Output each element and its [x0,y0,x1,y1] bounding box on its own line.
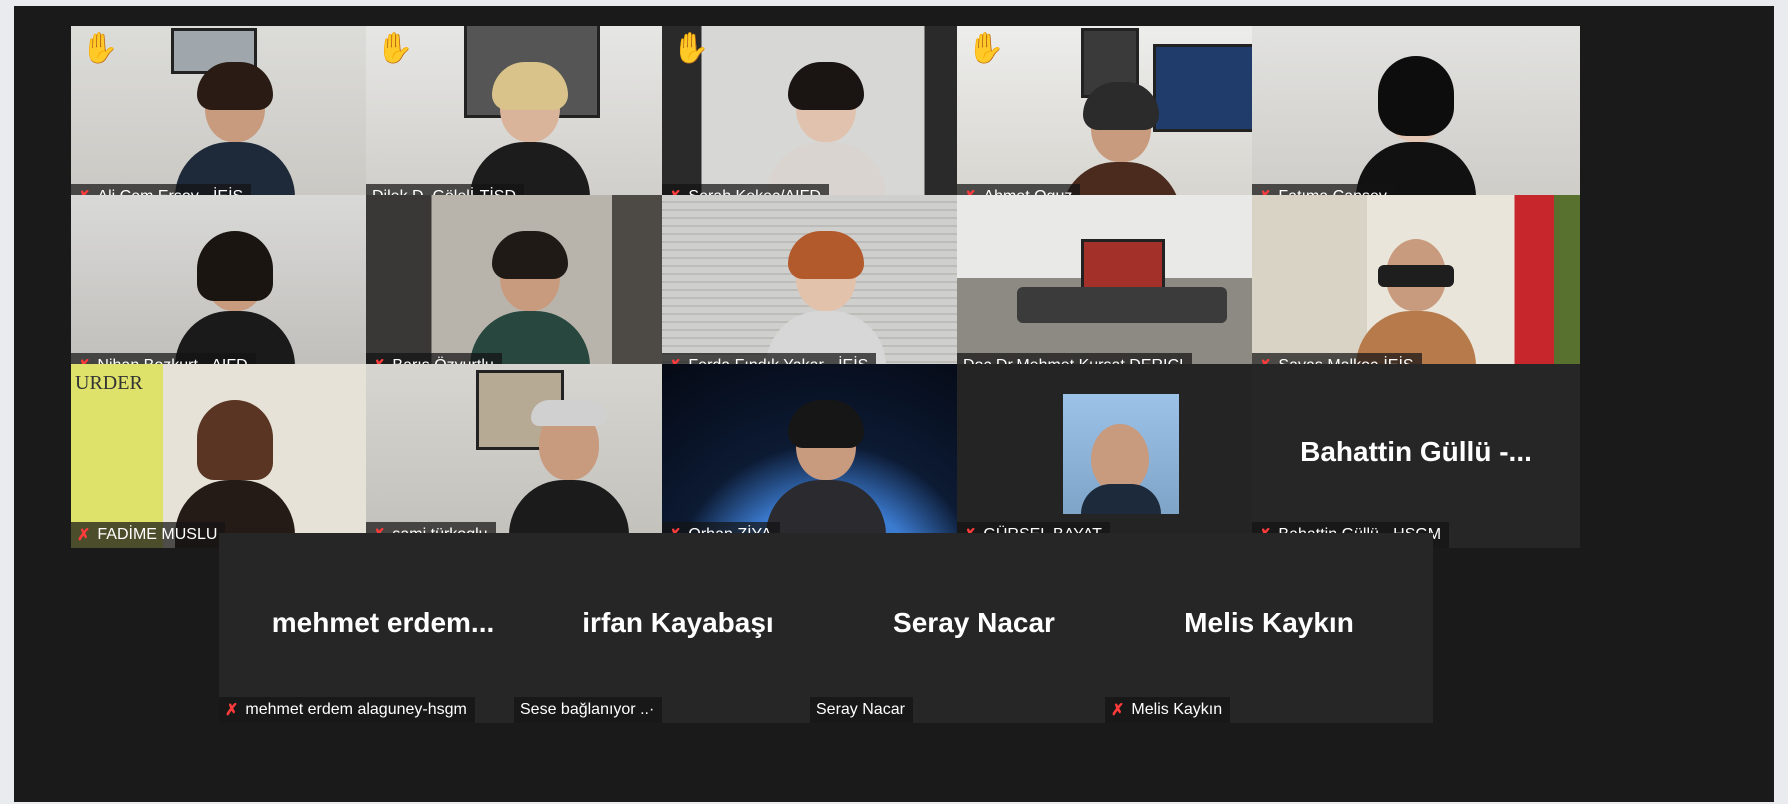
video-tile[interactable]: ✋ ✗Ahmet Oguz [957,26,1285,210]
video-tile[interactable]: ✗Nihan Bozkurt - AIFD [71,195,399,379]
video-tile[interactable]: ✗Ferda Fındık Yakar - İEİS [662,195,990,379]
participant-name-tag: Sese bağlanıyor ..· [514,697,663,723]
background-sign-text: URDER [75,372,143,394]
video-tile[interactable]: ✗Barış Özyurtlu [366,195,694,379]
video-tile[interactable]: mehmet erdem... ✗ mehmet erdem alaguney-h… [219,533,547,723]
active-speaker-tile[interactable]: Doc.Dr.Mehmet Kursat DERICI [957,195,1285,379]
raised-hand-icon: ✋ [81,32,119,65]
raised-hand-icon: ✋ [376,32,414,65]
participant-display-name: Melis Kaykın [1184,607,1354,638]
video-tile[interactable]: ✗Savaş Malkoç-İEİS [1252,195,1580,379]
participant-name: mehmet erdem alaguney-hsgm [245,701,467,718]
video-tile[interactable]: ✋ Dilek D. Gölelİ-TİSD [366,26,694,210]
video-tile[interactable]: Melis Kaykın ✗ Melis Kaykın [1105,533,1433,723]
video-tile[interactable]: ✗sami türkoglu [366,364,694,548]
raised-hand-icon: ✋ [967,32,1005,65]
participant-name-tag: ✗ FADİME MUSLU [71,522,226,548]
participant-name: Sese bağlanıyor ..· [520,701,655,718]
meeting-gallery-view: ✋ ✗Ali Cem Ersoy - İEİS ✋ Dilek D. Gölel… [14,6,1774,802]
video-tile[interactable]: ✋ ✗Serah Kekeç/AIFD [662,26,990,210]
participant-name-tag: Seray Nacar [810,697,913,723]
microphone-muted-icon: ✗ [1111,702,1125,719]
participant-name: Seray Nacar [816,701,905,718]
video-tile[interactable]: Bahattin Güllü -... ✗Bahattin Güllü - HS… [1252,364,1580,548]
video-tile[interactable]: ✗Orhan ZİYA [662,364,990,548]
profile-picture [1063,394,1179,514]
participant-display-name: Bahattin Güllü -... [1300,436,1532,467]
video-tile[interactable]: ✗Fatıma Cansev [1252,26,1580,210]
participant-name-tag: ✗ Melis Kaykın [1105,697,1231,723]
participant-display-name: irfan Kayabaşı [582,607,774,638]
participant-name: Melis Kaykın [1131,701,1223,718]
microphone-muted-icon: ✗ [77,527,91,544]
video-tile[interactable]: URDER ✗ FADİME MUSLU [71,364,399,548]
video-tile[interactable]: ✗GÜRSEL BAYAT [957,364,1285,548]
microphone-muted-icon: ✗ [225,702,239,719]
video-tile[interactable]: ✋ ✗Ali Cem Ersoy - İEİS [71,26,399,210]
participant-name-tag: ✗ mehmet erdem alaguney-hsgm [219,697,475,723]
video-tile[interactable]: irfan Kayabaşı Sese bağlanıyor ..· [514,533,842,723]
participant-display-name: mehmet erdem... [271,607,495,638]
meeting-table [1017,287,1227,323]
raised-hand-icon: ✋ [672,32,710,65]
video-tile[interactable]: Seray Nacar Seray Nacar [810,533,1138,723]
participant-name: FADİME MUSLU [97,526,218,543]
participant-display-name: Seray Nacar [893,607,1055,638]
